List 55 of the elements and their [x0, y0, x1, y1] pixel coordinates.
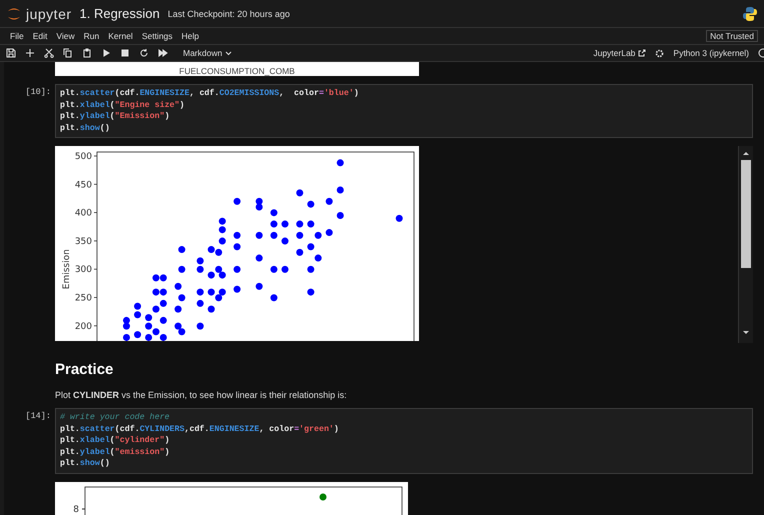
y-tick-label: 300	[74, 265, 92, 276]
y-tick-label: 250	[74, 294, 92, 304]
settings-icon[interactable]	[655, 48, 664, 58]
stop-icon[interactable]	[120, 48, 130, 58]
y-tick-label: 350	[74, 236, 92, 247]
menu-item[interactable]: File	[10, 31, 30, 41]
code-line: plt.ylabel("emission")	[60, 446, 171, 458]
code-line: plt.show()	[60, 458, 111, 470]
plus-icon[interactable]	[25, 48, 35, 58]
copy-icon[interactable]	[63, 48, 73, 58]
logo-text: jupyter	[26, 6, 72, 22]
python-logo-icon	[742, 6, 758, 22]
cell-prompt: [14]:	[24, 410, 52, 421]
menu-item[interactable]: Run	[84, 31, 106, 41]
code-cell[interactable]: plt.scatter(cdf.ENGINESIZE, cdf.CO2EMISSIONS, color='blue') plt.xlabel("Engine size") plt.ylabel("Emission") plt.show()	[55, 84, 753, 138]
cell-prompt: [10]:	[24, 86, 52, 97]
chevron-down-icon	[225, 50, 232, 56]
scatter-plot-drawing: 8	[55, 482, 408, 515]
kernel-name[interactable]: Python 3 (ipykernel)	[673, 48, 749, 58]
scrollbar[interactable]	[738, 146, 753, 343]
menu-item[interactable]: View	[56, 31, 81, 41]
code-line: plt.xlabel("Engine size")	[60, 100, 186, 111]
instruction-text: Plot CYLINDER vs the Emission, to see how linear is their relationship is:	[55, 390, 347, 400]
play-icon[interactable]	[101, 48, 111, 58]
code-line: plt.xlabel("cylinder")	[60, 435, 171, 446]
cell-type-dropdown[interactable]: Markdown	[183, 48, 232, 58]
kernel-status-icon	[758, 48, 764, 58]
menu-item[interactable]: Edit	[32, 31, 54, 41]
code-cell[interactable]: # write your code here plt.scatter(cdf.CYLINDERS,cdf.ENGINESIZE, color='green') plt.xlabel("cylinder") plt.ylabel("emission") plt.show()	[55, 408, 753, 474]
menu-item[interactable]: Kernel	[108, 31, 139, 41]
jupyter-logo-icon	[6, 6, 22, 22]
cut-icon[interactable]	[44, 48, 54, 58]
y-tick-label: 450	[74, 180, 92, 190]
y-tick-label: 200	[74, 322, 92, 332]
menu-item[interactable]: Settings	[142, 31, 179, 41]
y-tick-label: 400	[74, 208, 92, 219]
code-line: plt.show()	[60, 122, 111, 134]
code-line: plt.ylabel("Emission")	[60, 111, 171, 122]
restart-icon[interactable]	[139, 48, 149, 58]
fast-forward-icon[interactable]	[158, 48, 168, 58]
checkpoint-text: Last Checkpoint: 20 hours ago	[168, 8, 291, 18]
y-tick-label: 500	[74, 152, 92, 162]
code-line: # write your code here	[60, 412, 171, 424]
code-line: plt.scatter(cdf.ENGINESIZE, cdf.CO2EMISSIONS, color='blue')	[60, 88, 360, 100]
paste-icon[interactable]	[82, 48, 92, 58]
y-axis-label: Emission	[62, 249, 72, 290]
save-icon[interactable]	[6, 48, 16, 58]
jupyterlab-link[interactable]: JupyterLab	[593, 48, 646, 58]
menu-item[interactable]: Help	[182, 31, 206, 41]
code-line: plt.scatter(cdf.CYLINDERS,cdf.ENGINESIZE, color='green')	[60, 424, 340, 435]
notebook-title[interactable]: 1. Regression	[80, 6, 160, 21]
trust-indicator[interactable]: Not Trusted	[706, 30, 758, 42]
section-heading: Practice	[55, 361, 114, 378]
x-axis-label: FUELCONSUMPTION_COMB	[179, 67, 295, 76]
external-link-icon	[638, 49, 646, 57]
